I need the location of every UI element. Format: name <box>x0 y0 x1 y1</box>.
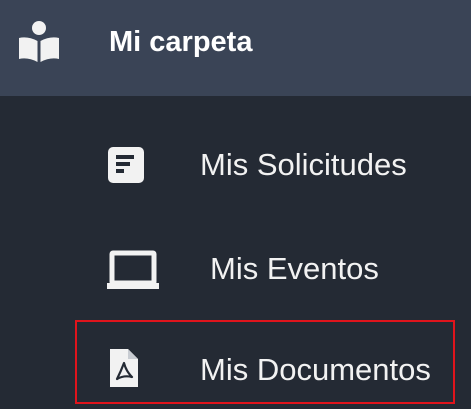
reading-user-icon <box>19 21 59 62</box>
sidebar-title: Mi carpeta <box>109 26 253 58</box>
menu-item-mis-documentos[interactable]: Mis Documentos <box>0 325 471 405</box>
menu-item-mis-eventos[interactable]: Mis Eventos <box>0 230 471 310</box>
list-document-icon <box>108 147 144 183</box>
menu-item-mis-solicitudes[interactable]: Mis Solicitudes <box>0 124 471 204</box>
menu-item-label: Mis Solicitudes <box>200 147 407 182</box>
pdf-file-icon <box>110 349 138 387</box>
sidebar-header[interactable]: Mi carpeta <box>0 0 471 96</box>
menu-item-label: Mis Documentos <box>200 352 431 387</box>
monitor-icon <box>107 250 159 289</box>
menu-item-label: Mis Eventos <box>210 251 379 286</box>
